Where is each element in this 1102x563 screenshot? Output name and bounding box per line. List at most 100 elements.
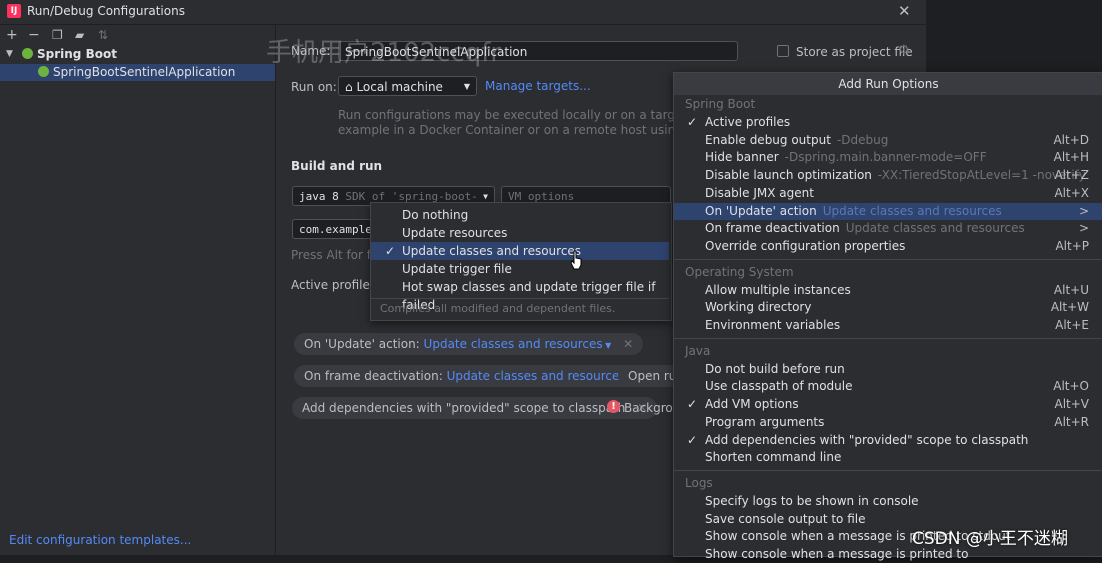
manage-targets-link[interactable]: Manage targets... xyxy=(485,79,591,93)
run-option-item[interactable]: ✓ Add VM options Alt+V xyxy=(674,396,1102,413)
add-icon[interactable]: + xyxy=(6,26,18,44)
config-tree-panel xyxy=(0,25,276,555)
provided-scope-chip-label: Add dependencies with "provided" scope t… xyxy=(302,401,626,415)
run-option-label: Enable debug output xyxy=(705,132,831,147)
frame-deactivation-chip-label: On frame deactivation: xyxy=(304,369,443,383)
run-option-label: Add VM options xyxy=(705,397,799,412)
run-option-text: Active profiles xyxy=(705,114,790,131)
run-option-item[interactable]: Disable JMX agent Alt+X xyxy=(674,185,1102,202)
run-option-item[interactable]: Working directory Alt+W xyxy=(674,299,1102,316)
gear-icon[interactable]: ⚙ xyxy=(898,43,910,58)
tree-item-springbootsentinelapplication[interactable]: SpringBootSentinelApplication xyxy=(0,64,275,81)
run-option-text: Use classpath of module xyxy=(705,378,852,395)
run-option-text: On frame deactivation Update classes and … xyxy=(705,220,1025,237)
window-title: Run/Debug Configurations xyxy=(27,4,185,18)
run-option-item[interactable]: Do not build before run xyxy=(674,361,1102,378)
run-option-shortcut: Alt+R xyxy=(1054,414,1089,429)
close-icon[interactable]: ✕ xyxy=(623,337,633,351)
copy-icon[interactable]: ❐ xyxy=(52,26,63,44)
update-action-chip[interactable]: On 'Update' action: Update classes and r… xyxy=(294,333,644,355)
dropdown-option[interactable]: Hot swap classes and update trigger file… xyxy=(371,278,669,312)
active-profiles-label: Active profiles: xyxy=(291,278,381,292)
dropdown-option-label: Update trigger file xyxy=(402,262,512,276)
remove-icon[interactable]: − xyxy=(28,26,40,44)
frame-deactivation-chip-value[interactable]: Update classes and resources xyxy=(447,369,626,383)
run-on-select[interactable]: ⌂ Local machine ▼ xyxy=(338,76,477,96)
dropdown-option[interactable]: Update resources xyxy=(371,224,669,242)
check-icon: ✓ xyxy=(687,432,698,447)
run-option-label: Disable launch optimization xyxy=(705,168,872,183)
run-option-item[interactable]: ✓ Active profiles xyxy=(674,114,1102,131)
run-option-shortcut: Alt+V xyxy=(1054,397,1089,412)
frame-deactivation-chip[interactable]: On frame deactivation: Update classes an… xyxy=(294,365,667,387)
check-icon: ✓ xyxy=(385,244,396,258)
run-option-item[interactable]: Enable debug output -Ddebug Alt+D xyxy=(674,132,1102,149)
section-header: Spring Boot xyxy=(685,97,756,111)
run-option-label: Save console output to file xyxy=(705,511,866,526)
run-on-value: Local machine xyxy=(356,80,443,94)
chevron-down-icon: ▼ xyxy=(463,82,470,91)
run-option-hint: -Ddebug xyxy=(836,132,889,147)
store-as-project-label: Store as project file xyxy=(796,45,913,59)
sort-icon[interactable]: ⇅ xyxy=(98,26,108,44)
dropdown-option[interactable]: ✓ Update classes and resources xyxy=(371,242,669,260)
run-option-item[interactable]: On 'Update' action Update classes and res… xyxy=(674,202,1102,220)
run-option-item[interactable]: Use classpath of module Alt+O xyxy=(674,378,1102,395)
run-option-item[interactable]: Environment variables Alt+E xyxy=(674,317,1102,334)
run-option-item[interactable]: Program arguments Alt+R xyxy=(674,414,1102,431)
run-option-item[interactable]: ✓ Add dependencies with "provided" scope … xyxy=(674,432,1102,449)
dropdown-option[interactable]: Update trigger file xyxy=(371,260,669,278)
run-option-item[interactable]: Allow multiple instances Alt+U xyxy=(674,282,1102,299)
run-option-text: Program arguments xyxy=(705,414,824,431)
update-action-chip-value[interactable]: Update classes and resources xyxy=(424,337,603,351)
run-option-text: Override configuration properties xyxy=(705,238,905,255)
run-option-text: Environment variables xyxy=(705,317,840,334)
run-option-hint: Update classes and resources xyxy=(822,203,1002,218)
run-option-item[interactable]: Override configuration properties Alt+P xyxy=(674,238,1102,255)
run-option-text: Allow multiple instances xyxy=(705,282,851,299)
provided-scope-chip[interactable]: Add dependencies with "provided" scope t… xyxy=(292,397,658,419)
run-option-item[interactable]: Disable launch optimization -XX:TieredSto… xyxy=(674,167,1102,184)
chevron-right-icon: > xyxy=(1078,221,1089,236)
tree-item-label: SpringBootSentinelApplication xyxy=(53,65,236,79)
section-header: Java xyxy=(685,343,711,358)
close-icon[interactable]: ✕ xyxy=(898,2,911,20)
run-option-label: Specify logs to be shown in console xyxy=(705,493,919,508)
run-on-hint-line-2: example in a Docker Container or on a re… xyxy=(338,123,715,137)
run-option-label: Use classpath of module xyxy=(705,379,853,394)
run-option-shortcut: Alt+H xyxy=(1053,150,1089,165)
jdk-value: java 8 xyxy=(299,190,339,203)
run-option-label: Active profiles xyxy=(705,115,791,129)
run-option-item[interactable]: Hide banner -Dspring.main.banner-mode=OFF… xyxy=(674,149,1102,166)
store-as-project-checkbox[interactable] xyxy=(777,45,789,57)
run-option-item[interactable]: Specify logs to be shown in console xyxy=(674,493,1102,510)
run-option-text: Disable launch optimization -XX:TieredSto… xyxy=(705,167,1086,184)
run-option-shortcut: Alt+Z xyxy=(1054,168,1089,183)
run-option-label: Disable JMX agent xyxy=(705,185,814,200)
folder-icon[interactable]: ▰ xyxy=(75,26,84,44)
csdn-watermark: CSDN @小王不迷糊 xyxy=(912,529,1068,549)
run-option-text: Do not build before run xyxy=(705,361,845,378)
run-option-label: Override configuration properties xyxy=(705,238,906,253)
run-option-label: Do not build before run xyxy=(705,361,845,376)
spring-boot-app-icon xyxy=(38,66,49,77)
section-header: Operating System xyxy=(685,264,794,279)
update-action-chip-label: On 'Update' action: xyxy=(304,337,420,351)
edit-templates-link[interactable]: Edit configuration templates... xyxy=(9,533,191,547)
run-option-shortcut: Alt+U xyxy=(1053,282,1089,297)
run-option-hint: Update classes and resources xyxy=(845,221,1025,236)
main-class-input[interactable]: com.example xyxy=(292,219,372,239)
run-option-text: Specify logs to be shown in console xyxy=(705,493,919,510)
run-option-label: Program arguments xyxy=(705,414,825,429)
dropdown-option[interactable]: Do nothing xyxy=(371,206,669,224)
run-option-item[interactable]: Shorten command line xyxy=(674,449,1102,466)
tree-toolbar: + − ❐ ▰ ⇅ xyxy=(0,26,275,46)
error-icon: ! xyxy=(607,400,620,413)
run-option-item[interactable]: On frame deactivation Update classes and … xyxy=(674,220,1102,237)
check-icon: ✓ xyxy=(687,115,698,129)
home-icon: ⌂ xyxy=(345,80,353,94)
run-option-text: Disable JMX agent xyxy=(705,185,814,202)
section-header: Logs xyxy=(685,475,713,490)
tree-group-spring-boot[interactable]: ▼ Spring Boot xyxy=(0,46,275,63)
add-run-options-popup: Add Run Options Spring Boot ✓ Active profi… xyxy=(673,72,1102,561)
